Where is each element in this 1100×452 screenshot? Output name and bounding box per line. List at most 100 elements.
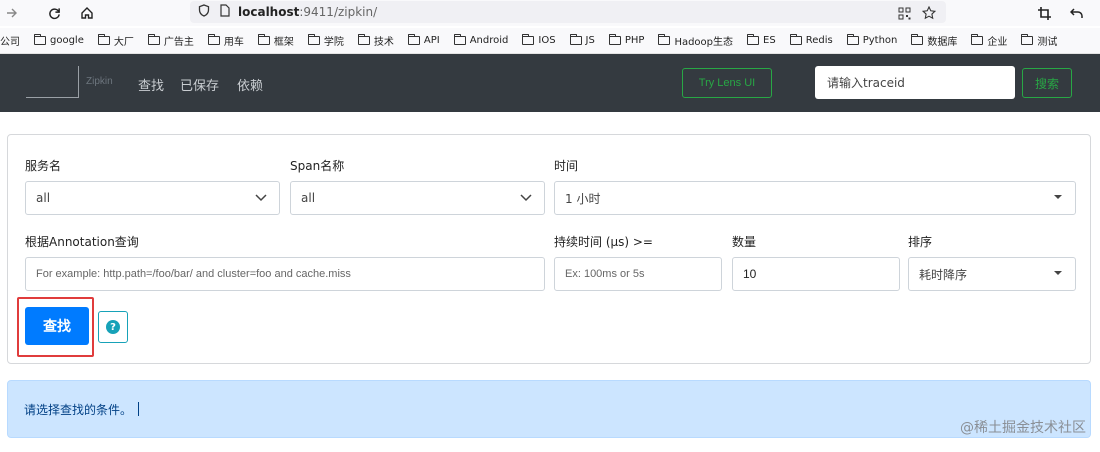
service-select[interactable]: all	[25, 181, 280, 215]
chevron-down-icon	[255, 191, 267, 206]
folder-icon	[608, 34, 621, 45]
bookmark-item[interactable]: google	[34, 34, 84, 46]
traceid-input[interactable]	[815, 66, 1015, 99]
bookmark-item[interactable]: 用车	[207, 33, 244, 48]
text-caret	[138, 402, 140, 416]
crop-icon[interactable]	[1034, 3, 1054, 23]
nav-dependencies[interactable]: 依赖	[237, 75, 263, 94]
search-button[interactable]: 搜索	[1022, 68, 1072, 98]
bookmark-item[interactable]: Redis	[789, 34, 833, 46]
sort-select[interactable]: 耗时降序	[908, 257, 1076, 291]
shield-icon	[198, 4, 210, 20]
bookmark-label: PHP	[624, 35, 645, 46]
bookmark-item[interactable]: 学院	[307, 33, 344, 48]
bookmark-label: Redis	[805, 35, 833, 46]
try-lens-ui-button[interactable]: Try Lens UI	[682, 68, 772, 98]
time-select[interactable]: 1 小时	[554, 181, 1076, 215]
folder-icon	[911, 34, 924, 45]
folder-icon	[207, 34, 220, 45]
bookmark-item[interactable]: 测试	[1021, 33, 1057, 48]
reload-icon[interactable]	[44, 3, 64, 23]
bookmark-label: JS	[585, 35, 595, 46]
bookmark-item[interactable]: Android	[453, 34, 508, 46]
folder-icon	[453, 34, 466, 45]
bookmark-label: 大厂	[113, 37, 134, 48]
folder-icon	[522, 34, 535, 45]
url-host: localhost	[238, 5, 300, 19]
folder-icon	[307, 34, 320, 45]
folder-icon	[569, 34, 582, 45]
folder-icon	[971, 34, 984, 45]
find-button[interactable]: 查找	[25, 307, 89, 345]
url-bar[interactable]: localhost:9411/zipkin/	[190, 1, 946, 23]
nav-find[interactable]: 查找	[138, 75, 164, 94]
bookmark-label: 广告主	[163, 37, 194, 48]
duration-input[interactable]: Ex: 100ms or 5s	[554, 257, 722, 291]
watermark: @稀土掘金技术社区	[960, 420, 1086, 436]
page-icon	[220, 4, 230, 20]
bookmark-label: 测试	[1037, 37, 1058, 48]
bookmark-item[interactable]: 大厂	[97, 33, 134, 48]
folder-icon	[357, 34, 370, 45]
help-button[interactable]: ?	[98, 311, 128, 343]
question-icon: ?	[106, 320, 120, 334]
bookmark-item[interactable]: Hadoop生态	[658, 33, 733, 48]
folder-icon	[97, 34, 110, 45]
sort-label: 排序	[908, 235, 933, 249]
star-icon[interactable]	[919, 3, 939, 23]
span-value: all	[301, 191, 316, 205]
bookmark-item[interactable]: 技术	[357, 33, 394, 48]
bookmark-label: 框架	[273, 37, 294, 48]
bookmark-label: API	[423, 35, 440, 46]
search-form: 服务名 all Span名称 all 时间 1 小时 根据Annotation查…	[7, 134, 1091, 364]
time-label: 时间	[554, 159, 579, 173]
qr-icon[interactable]	[894, 3, 914, 23]
span-label: Span名称	[290, 159, 345, 173]
folder-icon	[147, 34, 160, 45]
bookmark-label: 技术	[373, 37, 394, 48]
app-header: Zipkin 查找 已保存 依赖 Try Lens UI 搜索	[0, 54, 1100, 112]
bookmarks-bar: 公司 google 大厂 广告主 用车 框架 学院 技术 API Android IOS JS PHP H…	[0, 28, 1100, 54]
bookmark-item[interactable]: API	[407, 34, 440, 46]
folder-icon	[658, 34, 671, 45]
bookmark-label: 公司	[0, 37, 20, 48]
bookmark-item[interactable]: 公司	[0, 33, 20, 48]
bookmark-label: Hadoop生态	[674, 37, 734, 48]
bookmark-item[interactable]: 企业	[971, 33, 1007, 48]
info-alert: 请选择查找的条件。	[7, 380, 1091, 438]
bookmark-item[interactable]: ES	[747, 34, 776, 46]
service-label: 服务名	[25, 159, 62, 173]
bookmark-label: IOS	[538, 35, 556, 46]
folder-icon	[747, 34, 760, 45]
back-arrow-icon[interactable]	[1066, 3, 1086, 23]
bookmark-label: 用车	[223, 37, 244, 48]
bookmark-item[interactable]: 广告主	[147, 33, 194, 48]
folder-icon	[789, 34, 802, 45]
brand-name[interactable]: Zipkin	[86, 76, 113, 87]
count-input[interactable]: 10	[732, 257, 900, 291]
chevron-down-icon	[520, 191, 532, 206]
bookmark-item[interactable]: 框架	[257, 33, 294, 48]
nav-saved[interactable]: 已保存	[180, 75, 219, 94]
bookmark-label: ES	[763, 35, 776, 46]
logo[interactable]	[26, 66, 79, 98]
folder-icon	[846, 34, 859, 45]
bookmark-item[interactable]: PHP	[608, 34, 645, 46]
service-value: all	[36, 191, 51, 205]
count-label: 数量	[732, 235, 757, 249]
forward-icon[interactable]	[2, 3, 22, 23]
home-icon[interactable]	[77, 3, 97, 23]
bookmark-item[interactable]: JS	[569, 34, 595, 46]
span-select[interactable]: all	[290, 181, 545, 215]
bookmark-item[interactable]: 数据库	[911, 33, 957, 48]
duration-label: 持续时间 (μs) >=	[554, 235, 653, 249]
bookmark-label: 企业	[987, 37, 1008, 48]
folder-icon	[407, 34, 420, 45]
annotation-input[interactable]: For example: http.path=/foo/bar/ and clu…	[25, 257, 545, 291]
caret-down-icon	[1053, 267, 1063, 281]
bookmark-item[interactable]: Python	[846, 34, 898, 46]
folder-icon	[257, 34, 270, 45]
bookmark-label: 学院	[323, 37, 344, 48]
bookmark-label: Python	[862, 35, 898, 46]
bookmark-item[interactable]: IOS	[522, 34, 556, 46]
